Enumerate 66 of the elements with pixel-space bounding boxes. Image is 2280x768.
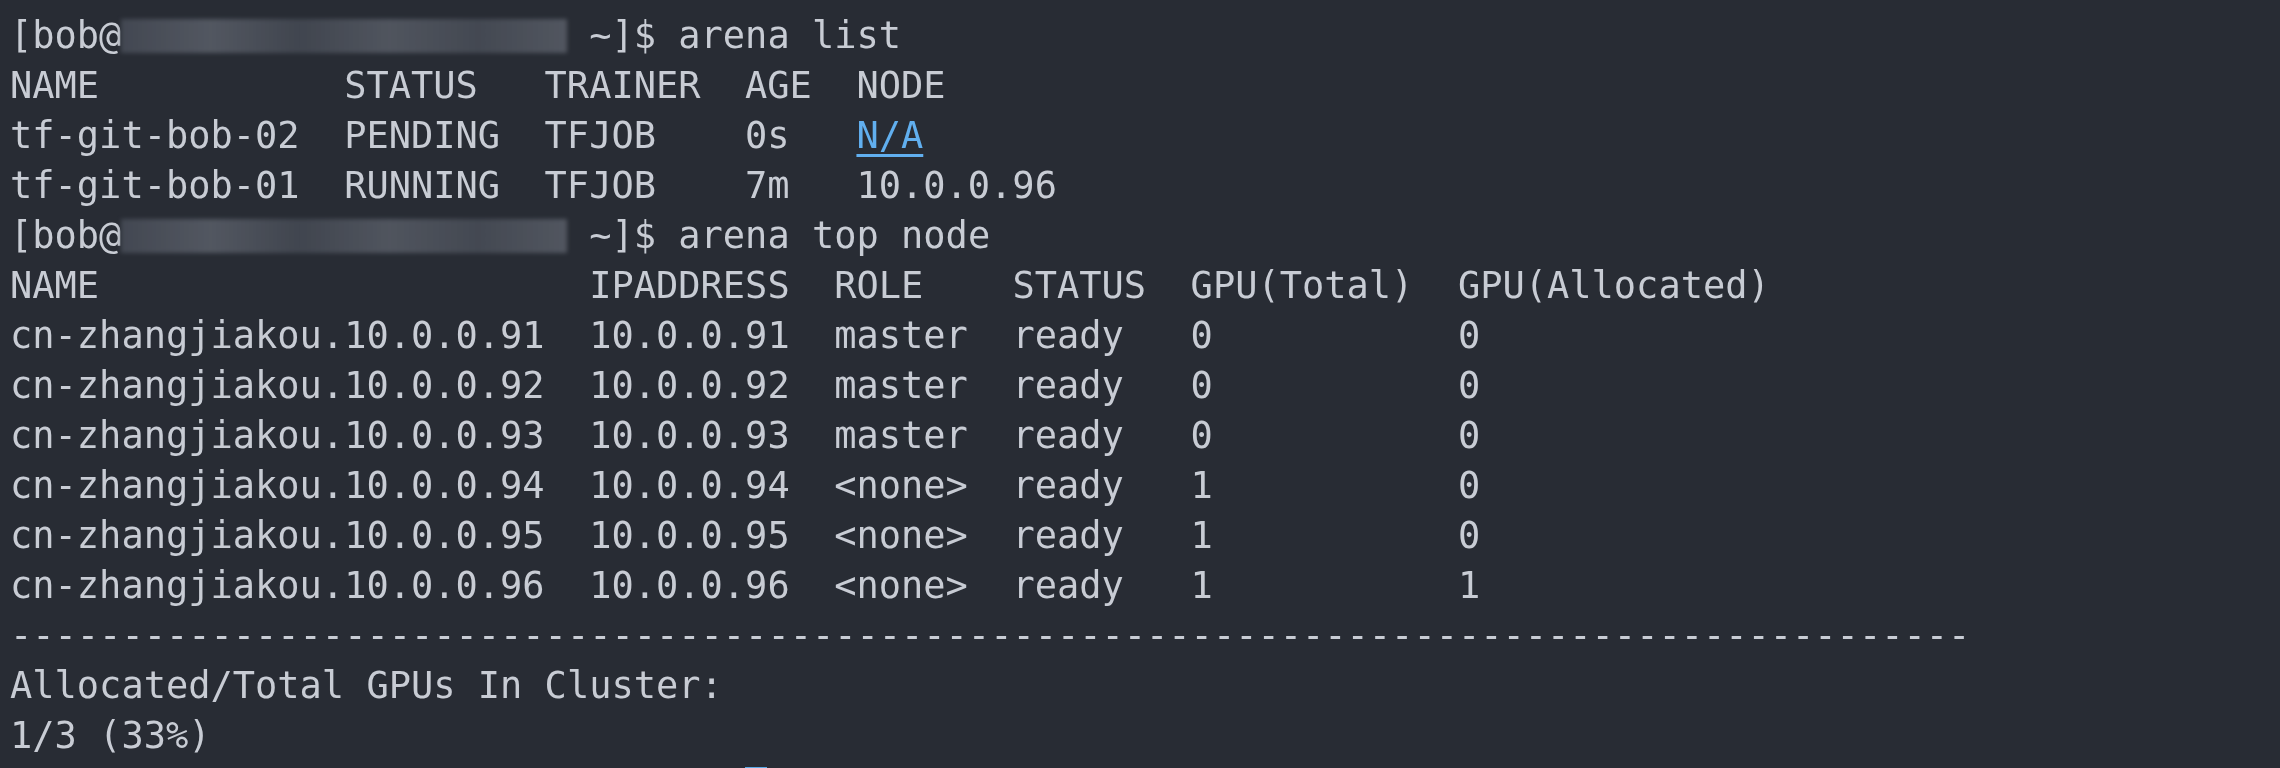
table-cell-text: 0 [1190, 313, 1214, 359]
column-header: AGE [745, 63, 813, 109]
column-header: NODE [856, 63, 947, 109]
prompt-suffix: ~]$ [588, 13, 656, 59]
table-cell-text: cn-zhangjiakou.10.0.0.91 [10, 313, 546, 359]
column-header: IPADDRESS [589, 263, 791, 309]
output-text: 1/3 (33%) [10, 713, 211, 759]
table-cell-text: ready [1012, 463, 1125, 509]
table-cell-text: cn-zhangjiakou.10.0.0.93 [10, 413, 546, 459]
prompt-user: [bob@ [10, 13, 122, 59]
table-cell-text: TFJOB [544, 163, 657, 209]
table-cell-text: 0 [1457, 313, 1482, 359]
table-cell-text: 0 [1457, 463, 1482, 509]
table-cell-text: cn-zhangjiakou.10.0.0.94 [10, 463, 546, 509]
table-cell-text: RUNNING [344, 163, 502, 209]
table-cell-text: 10.0.0.92 [589, 363, 791, 409]
table-cell-text: ready [1012, 513, 1125, 559]
column-header: GPU(Total) [1190, 263, 1415, 309]
column-header: NAME [10, 263, 101, 309]
table-cell-text: ready [1012, 363, 1125, 409]
table-cell-text: ready [1012, 413, 1125, 459]
table-cell-text: tf-git-bob-01 [10, 163, 301, 209]
table-cell-text: 0 [1457, 413, 1482, 459]
table-cell-text: 10.0.0.94 [589, 463, 791, 509]
column-header: NAME [10, 63, 101, 109]
table-cell-text: 10.0.0.93 [589, 413, 791, 459]
command-text: arena top node [678, 213, 991, 259]
table-cell-text: 10.0.0.91 [589, 313, 791, 359]
column-header: TRAINER [544, 63, 702, 109]
command-text: arena list [678, 13, 902, 59]
table-cell-text: PENDING [344, 113, 502, 159]
table-cell-text: 10.0.0.95 [589, 513, 791, 559]
table-cell-text: 1 [1190, 463, 1214, 509]
table-cell-text: 0 [1190, 363, 1214, 409]
table-cell-text: 0 [1457, 363, 1482, 409]
table-cell-text: master [834, 363, 969, 409]
table-cell-text: 7m [745, 163, 791, 209]
table-cell-text: 10.0.0.96 [856, 163, 1057, 209]
table-cell-text: cn-zhangjiakou.10.0.0.92 [10, 363, 546, 409]
prompt-suffix: ~]$ [588, 213, 656, 259]
dashed-separator: ---------------------------------------------------------------------------------------- [10, 613, 1971, 659]
table-cell-text: tf-git-bob-02 [10, 113, 301, 159]
table-cell-text: 1 [1190, 563, 1214, 609]
table-cell-text: ready [1012, 563, 1125, 609]
table-cell-text: cn-zhangjiakou.10.0.0.95 [10, 513, 546, 559]
table-cell-text: ready [1012, 313, 1125, 359]
table-cell-text: <none> [834, 513, 969, 559]
table-cell-text: cn-zhangjiakou.10.0.0.96 [10, 563, 546, 609]
table-cell-text: master [834, 313, 969, 359]
table-cell-text: <none> [834, 563, 969, 609]
table-cell-text: master [834, 413, 969, 459]
column-header: ROLE [834, 263, 925, 309]
table-cell-text: TFJOB [544, 113, 657, 159]
table-cell-text: 1 [1457, 563, 1482, 609]
table-cell-text: 0 [1457, 513, 1482, 559]
column-header: GPU(Allocated) [1457, 263, 1770, 309]
output-text: Allocated/Total GPUs In Cluster: [10, 663, 723, 709]
prompt-user: [bob@ [10, 213, 122, 259]
link[interactable]: N/A [856, 111, 1057, 161]
column-header: STATUS [1012, 263, 1148, 309]
table-cell-text: 0s [745, 113, 791, 159]
table-cell-text: <none> [834, 463, 969, 509]
table-cell-text: 0 [1190, 413, 1214, 459]
column-header: STATUS [344, 63, 479, 109]
table-cell-text: 1 [1190, 513, 1214, 559]
table-cell-text: 10.0.0.96 [589, 563, 791, 609]
